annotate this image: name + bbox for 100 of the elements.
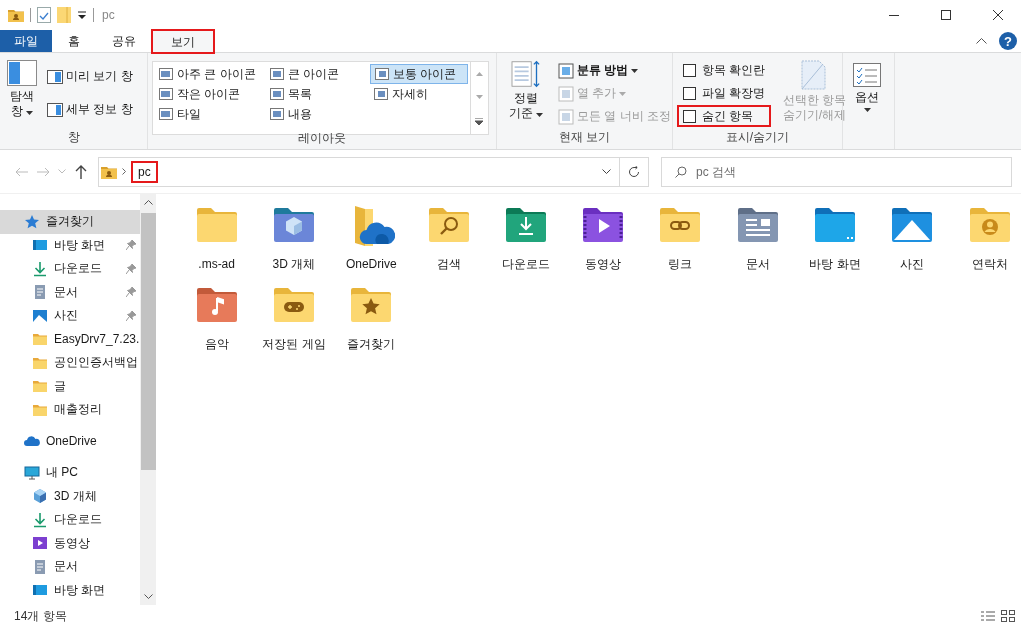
file-menu-tab[interactable]: 파일 bbox=[0, 30, 52, 52]
properties-icon[interactable] bbox=[37, 7, 51, 23]
nav-item[interactable]: 바탕 화면 bbox=[0, 578, 140, 602]
folder-icon bbox=[32, 331, 48, 348]
pane-layout-icon bbox=[47, 102, 63, 117]
nav-item[interactable]: 다운로드 bbox=[0, 257, 140, 281]
scrollbar-thumb[interactable] bbox=[140, 213, 156, 470]
layout-option[interactable]: 내용 bbox=[265, 104, 364, 124]
file-name[interactable]: 즐겨찾기 bbox=[336, 336, 407, 352]
nav-item[interactable]: 문서 bbox=[0, 555, 140, 579]
ribbon-tab[interactable]: 보기 bbox=[152, 30, 214, 53]
file-name[interactable]: OneDrive bbox=[336, 256, 407, 272]
layout-option[interactable]: 보통 아이콘 bbox=[369, 64, 468, 84]
nav-item[interactable]: 동영상 bbox=[0, 531, 140, 555]
nav-item[interactable]: OneDrive bbox=[0, 429, 140, 453]
checkbox[interactable] bbox=[683, 63, 696, 77]
path-segment[interactable]: pc bbox=[131, 160, 158, 183]
layout-option[interactable]: 큰 아이콘 bbox=[265, 64, 364, 84]
download-icon bbox=[32, 511, 48, 528]
view-layout-icon bbox=[269, 88, 284, 100]
group-label: 레이아웃 bbox=[297, 130, 347, 147]
cube-icon bbox=[32, 488, 48, 505]
file-name[interactable]: 바탕 화면 bbox=[800, 256, 870, 272]
refresh-icon[interactable] bbox=[628, 165, 640, 178]
nav-item[interactable]: 글 bbox=[0, 374, 140, 398]
file-name[interactable]: 음악 bbox=[181, 336, 252, 352]
pc-icon bbox=[24, 464, 40, 481]
page-icon bbox=[801, 60, 828, 90]
layout-option[interactable]: 작은 아이콘 bbox=[155, 84, 260, 104]
scroll-down-icon[interactable] bbox=[143, 594, 153, 599]
group-by-button[interactable]: 분류 방법 bbox=[555, 60, 674, 81]
file-name[interactable]: 문서 bbox=[722, 256, 793, 272]
group-label: 창 bbox=[66, 129, 81, 147]
layout-option[interactable]: 자세히 bbox=[369, 84, 468, 104]
scroll-up-icon[interactable] bbox=[143, 200, 153, 205]
column-icon bbox=[558, 108, 574, 125]
checklist-icon bbox=[853, 63, 881, 87]
layout-option[interactable]: 아주 큰 아이콘 bbox=[155, 64, 260, 84]
checkbox-option[interactable]: 숨긴 항목 bbox=[677, 105, 772, 127]
pane-layout-icon bbox=[7, 60, 37, 86]
file-name[interactable]: 연락처 bbox=[954, 256, 1021, 272]
documents-icon bbox=[32, 284, 48, 301]
nav-item[interactable]: 내 PC bbox=[0, 461, 140, 485]
address-field[interactable]: pc bbox=[98, 156, 620, 187]
nav-item[interactable]: 다운로드 bbox=[0, 508, 140, 532]
file-name[interactable]: 3D 개체 bbox=[258, 256, 329, 272]
caret-icon bbox=[536, 113, 544, 117]
nav-item[interactable]: 3D 개체 bbox=[0, 484, 140, 508]
user-folder-icon bbox=[101, 164, 117, 179]
file-name[interactable]: 동영상 bbox=[568, 256, 639, 272]
file-name[interactable]: 검색 bbox=[413, 256, 484, 272]
file-name[interactable]: 저장된 게임 bbox=[258, 336, 329, 352]
more-icon[interactable] bbox=[475, 117, 484, 125]
layout-option[interactable]: 목록 bbox=[265, 84, 364, 104]
download-icon bbox=[32, 260, 48, 277]
customize-toolbar-icon[interactable] bbox=[77, 10, 87, 20]
video-icon bbox=[32, 535, 48, 552]
close-icon[interactable] bbox=[993, 10, 1003, 20]
nav-item[interactable]: 공인인증서백업 bbox=[0, 351, 140, 375]
up-icon[interactable] bbox=[75, 164, 87, 179]
file-name[interactable]: 링크 bbox=[645, 256, 716, 272]
nav-item[interactable]: 문서 bbox=[0, 280, 140, 304]
caret-icon bbox=[26, 111, 34, 115]
collapse-ribbon-icon[interactable] bbox=[976, 38, 987, 44]
minimize-icon[interactable] bbox=[889, 14, 899, 16]
nav-item[interactable]: 바탕 화면 bbox=[0, 233, 140, 257]
navigation-pane-button[interactable]: 탐색 창 bbox=[4, 58, 40, 130]
checkbox-option[interactable]: 항목 확인란 bbox=[677, 59, 772, 81]
view-layout-icon bbox=[159, 68, 173, 80]
folder-icon[interactable] bbox=[8, 8, 24, 22]
details-pane-button[interactable]: 세부 정보 창 bbox=[44, 99, 136, 120]
checkbox-option[interactable]: 파일 확장명 bbox=[677, 82, 772, 104]
pane-layout-icon bbox=[47, 69, 63, 84]
nav-item[interactable]: EasyDrv7_7.23. bbox=[0, 327, 140, 351]
file-name[interactable]: 다운로드 bbox=[490, 256, 561, 272]
help-icon[interactable]: ? bbox=[999, 32, 1017, 50]
maximize-icon[interactable] bbox=[941, 10, 951, 20]
caret-icon bbox=[619, 91, 627, 96]
layout-option[interactable]: 타일 bbox=[155, 104, 260, 124]
sort-by-button[interactable]: 정렬 기준 bbox=[501, 58, 551, 130]
ribbon-tab[interactable]: 홈 bbox=[52, 30, 96, 52]
view-layout-icon bbox=[373, 88, 388, 100]
view-layout-icon bbox=[269, 108, 284, 120]
checkbox[interactable] bbox=[683, 109, 696, 123]
nav-item[interactable]: 사진 bbox=[0, 304, 140, 328]
preview-pane-button[interactable]: 미리 보기 창 bbox=[44, 66, 136, 87]
ribbon-tab[interactable]: 공유 bbox=[96, 30, 152, 52]
dropdown-icon[interactable] bbox=[601, 169, 611, 174]
checkbox[interactable] bbox=[683, 86, 696, 100]
large-icons-view-icon[interactable] bbox=[1001, 610, 1015, 622]
nav-item[interactable]: 즐겨찾기 bbox=[0, 210, 140, 234]
column-icon bbox=[558, 85, 574, 102]
file-name[interactable]: 사진 bbox=[877, 256, 948, 272]
documents-icon bbox=[32, 558, 48, 575]
file-name[interactable]: .ms-ad bbox=[181, 256, 252, 272]
search-field[interactable]: pc 검색 bbox=[661, 156, 1012, 187]
nav-item[interactable]: 매출정리 bbox=[0, 398, 140, 422]
group-label: 표시/숨기기 bbox=[724, 129, 791, 147]
view-layout-icon bbox=[374, 68, 389, 80]
column-icon bbox=[558, 62, 574, 79]
